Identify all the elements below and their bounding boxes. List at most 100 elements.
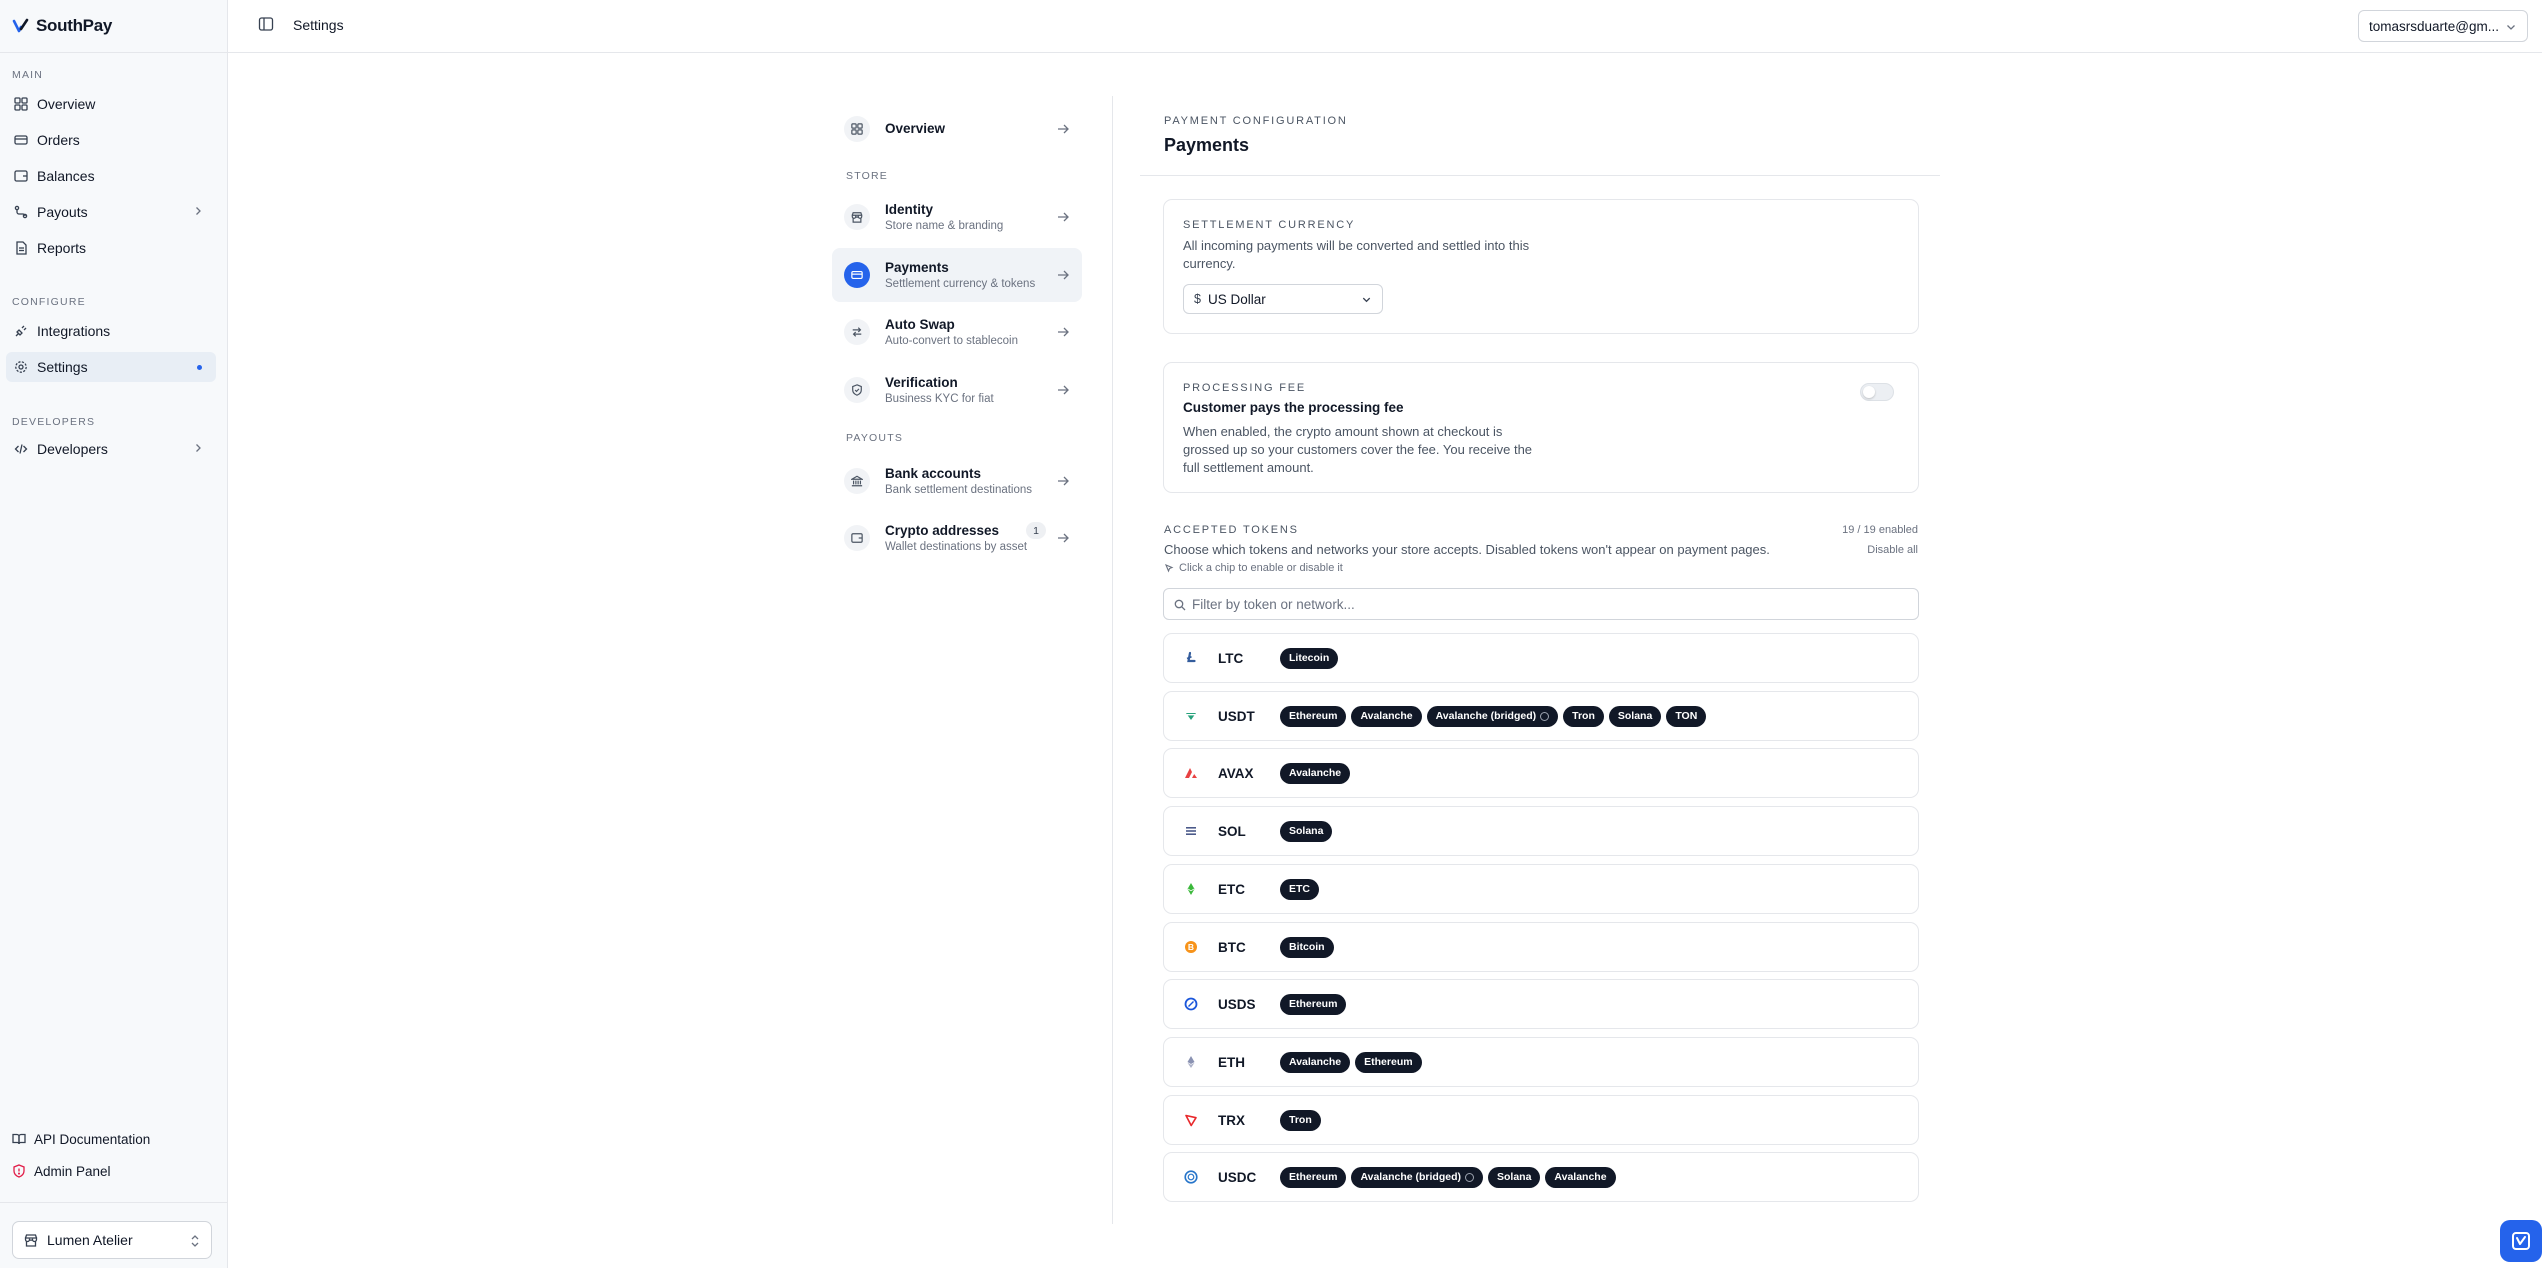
settlement-description: All incoming payments will be converted … [1183,238,1530,271]
currency-symbol: $ [1194,292,1201,306]
tokens-kicker: ACCEPTED TOKENS [1164,524,1299,536]
swap-icon [844,319,870,345]
network-chip[interactable]: Litecoin [1280,647,1339,669]
file-icon [14,241,28,255]
token-symbol: LTC [1218,650,1244,666]
admin-panel-link[interactable]: Admin Panel [12,1160,111,1182]
settings-nav-auto-swap[interactable]: Auto Swap Auto-convert to stablecoin [832,305,1082,359]
settings-nav-crypto-addresses[interactable]: Crypto addresses Wallet destinations by … [832,511,1082,565]
network-chip-label: Ethereum [1364,1056,1413,1068]
settlement-currency-select[interactable]: $ US Dollar [1183,284,1383,314]
content-divider [1112,96,1113,1224]
network-chip[interactable]: Solana [1280,820,1333,842]
network-chip-label: Solana [1496,1171,1532,1183]
network-chip[interactable]: Avalanche [1280,1051,1351,1073]
help-chat-button[interactable] [2500,1220,2542,1262]
page-title: Payments [1164,135,1250,155]
fee-toggle[interactable] [1860,383,1894,401]
disable-all-button[interactable]: Disable all [1867,544,1918,556]
wallet-icon [844,525,870,551]
sidebar-item-payouts[interactable]: Payouts [6,197,216,227]
network-chip[interactable]: Tron [1563,705,1604,727]
network-chip[interactable]: Ethereum [1280,993,1347,1015]
network-chip[interactable]: Tron [1280,1109,1321,1131]
chevron-up-down-icon [191,1235,199,1247]
token-symbol: BTC [1218,939,1246,955]
store-switcher[interactable]: Lumen Atelier [12,1221,212,1259]
network-chip[interactable]: Avalanche (bridged) [1351,1166,1483,1188]
network-chip-label: Litecoin [1289,652,1330,664]
sidebar-item-settings[interactable]: Settings [6,352,216,382]
network-chips: ETC [1280,878,1319,900]
settings-nav-payments[interactable]: Payments Settlement currency & tokens [832,248,1082,302]
brand-name: SouthPay [36,16,113,35]
sidebar-item-orders[interactable]: Orders [6,125,216,155]
fee-kicker: PROCESSING FEE [1183,382,1306,394]
settlement-currency-card: SETTLEMENT CURRENCY All incoming payment… [1163,199,1919,334]
sidebar-item-label: Payouts [37,204,88,220]
sidebar-item-integrations[interactable]: Integrations [6,316,216,346]
network-chip-label: Solana [1289,825,1324,837]
sidebar-item-overview[interactable]: Overview [6,89,216,119]
token-symbol: AVAX [1218,765,1254,781]
network-chip-label: Ethereum [1289,710,1338,722]
info-icon [1540,711,1550,721]
network-chip-label: Avalanche [1554,1171,1607,1183]
network-chip[interactable]: Bitcoin [1280,936,1334,958]
network-chip[interactable]: Avalanche [1351,705,1422,727]
token-symbol: TRX [1218,1112,1245,1128]
arrow-right-icon [1058,385,1069,395]
network-chip[interactable]: TON [1666,705,1707,727]
brand[interactable]: SouthPay [12,14,112,38]
token-row: LTC Litecoin [1163,633,1919,683]
grid-icon [14,97,28,111]
network-chip[interactable]: Ethereum [1355,1051,1422,1073]
info-icon [1464,1172,1474,1182]
usdc-icon [1183,1169,1199,1185]
sidebar-item-label: Settings [37,359,88,375]
network-chips: Avalanche Ethereum [1280,1051,1422,1073]
sidebar-divider [0,52,227,53]
settings-section-store: STORE [846,170,888,182]
network-chips: Tron [1280,1109,1321,1131]
network-chips: Bitcoin [1280,936,1334,958]
settings-nav-overview-label: Overview [885,121,946,136]
token-row: ETH Avalanche Ethereum [1163,1037,1919,1087]
sidebar-item-developers[interactable]: Developers [6,434,216,464]
network-chip[interactable]: Avalanche [1280,762,1351,784]
token-filter-input[interactable] [1192,596,1892,612]
network-chip[interactable]: Solana [1487,1166,1541,1188]
sidebar-item-label: Orders [37,132,80,148]
settings-nav-bank-accounts[interactable]: Bank accounts Bank settlement destinatio… [832,454,1082,508]
ethereum-classic-icon [1183,881,1199,897]
count-badge: 1 [1026,522,1046,539]
token-row: USDS Ethereum [1163,979,1919,1029]
network-chip[interactable]: Ethereum [1280,705,1347,727]
api-documentation-link[interactable]: API Documentation [12,1128,150,1150]
settings-nav-overview[interactable]: Overview [832,102,1082,156]
network-chips: Ethereum Avalanche (bridged) Solana Avalanc… [1280,1166,1616,1188]
gear-icon [14,360,28,374]
ethereum-icon [1183,1054,1199,1070]
token-symbol: ETC [1218,881,1245,897]
arrow-right-icon [1058,270,1069,280]
network-chip[interactable]: Avalanche [1545,1166,1616,1188]
network-chip[interactable]: ETC [1280,878,1319,900]
arrow-right-icon [1058,212,1069,222]
network-chip[interactable]: Avalanche (bridged) [1426,705,1559,727]
sidebar-toggle-icon[interactable] [258,16,274,32]
sidebar-item-label: Developers [37,441,108,457]
chevron-down-icon [2507,25,2515,30]
network-chip-label: Avalanche [1289,767,1342,779]
account-menu-button[interactable]: tomasrsduarte@gm... [2358,10,2528,42]
settings-nav-identity[interactable]: Identity Store name & branding [832,190,1082,244]
sidebar-item-label: Overview [37,96,96,112]
sidebar-item-reports[interactable]: Reports [6,233,216,263]
settings-nav-verification[interactable]: Verification Business KYC for fiat [832,363,1082,417]
settings-section-payouts: PAYOUTS [846,432,904,444]
network-chip[interactable]: Solana [1608,705,1662,727]
sidebar-item-balances[interactable]: Balances [6,161,216,191]
shield-check-icon [844,377,870,403]
network-chip[interactable]: Ethereum [1280,1166,1347,1188]
section-label-developers: DEVELOPERS [12,416,96,428]
